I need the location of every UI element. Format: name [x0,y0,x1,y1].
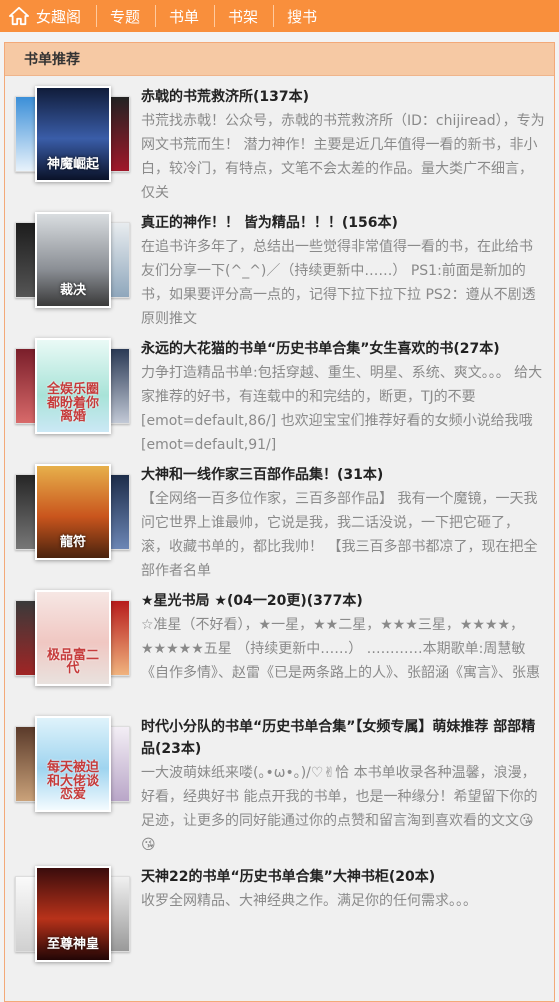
cover-stack[interactable]: 至尊神皇 [15,866,130,966]
cover-image: 极品富二代 [35,590,111,686]
top-nav: 女趣阁 专题 书单 书架 搜书 [0,0,559,32]
panel-title: 书单推荐 [5,43,554,76]
booklist-description: 在追书许多年了，总结出一些觉得非常值得一看的书，在此给书友们分享一下(^_^)／… [141,239,536,327]
nav-item-booklists[interactable]: 书单 [169,6,199,27]
cover-image: 裁决 [35,212,111,308]
cover-stack[interactable]: 每天被迫和大佬谈恋爱 [15,716,130,816]
booklist-description: 【全网络一百多位作家，三百多部作品】 我有一个魔镜，一天我问它世界上谁最帅，它说… [141,491,538,579]
booklist-item[interactable]: 每天被迫和大佬谈恋爱 时代小分队的书单“历史书单合集”【女频专属】萌妹推荐 部部… [5,706,554,856]
booklist-panel: 书单推荐 神魔崛起 赤戟的书荒救济所(137本) 书荒找赤戟！公众号，赤戟的书荒… [4,42,555,1002]
nav-divider [273,5,275,27]
cover-title: 裁决 [59,283,86,299]
booklist-description: 书荒找赤戟！公众号，赤戟的书荒救济所（ID：chijiread），专为网文书荒而… [141,113,545,201]
home-link[interactable]: 女趣阁 [0,6,81,27]
nav-item-bookshelf[interactable]: 书架 [228,6,258,27]
home-icon [9,6,29,26]
booklist-item[interactable]: 龍符 大神和一线作家三百部作品集！(31本) 【全网络一百多位作家，三百多部作品… [5,454,554,580]
cover-stack[interactable]: 极品富二代 [15,590,130,690]
booklist-item[interactable]: 极品富二代 ★星光书局 ★(04一20更)(377本) ☆准星（不好看），★一星… [5,580,554,706]
booklist-description: 一大波萌妹纸来喽(｡•ω•｡)/♡✌恰 本书单收录各种温馨，浪漫，好看，经典好书… [141,765,538,853]
nav-divider [155,5,157,27]
cover-image: 至尊神皇 [35,866,111,962]
cover-title: 全娱乐圈都盼着你离婚 [46,382,99,425]
cover-stack[interactable]: 裁决 [15,212,130,312]
booklist-description: ☆准星（不好看），★一星，★★二星，★★★三星，★★★★，★★★★★五星 （持续… [141,617,540,681]
booklist-title[interactable]: 天神22的书单“历史书单合集”大神书柜(20本) [141,866,546,888]
cover-image: 每天被迫和大佬谈恋爱 [35,716,111,812]
cover-title: 至尊神皇 [46,937,99,953]
booklist-description: 收罗全网精品、大神经典之作。满足你的任何需求。。。 [141,893,477,909]
nav-divider [214,5,216,27]
booklist-item[interactable]: 神魔崛起 赤戟的书荒救济所(137本) 书荒找赤戟！公众号，赤戟的书荒救济所（I… [5,76,554,202]
cover-stack[interactable]: 全娱乐圈都盼着你离婚 [15,338,130,438]
cover-image: 神魔崛起 [35,86,111,182]
cover-image: 全娱乐圈都盼着你离婚 [35,338,111,434]
cover-title: 龍符 [59,535,86,551]
booklist-item[interactable]: 全娱乐圈都盼着你离婚 永远的大花猫的书单“历史书单合集”女生喜欢的书(27本) … [5,328,554,454]
booklist-title[interactable]: 永远的大花猫的书单“历史书单合集”女生喜欢的书(27本) [141,338,546,360]
booklist-description: 力争打造精品书单:包括穿越、重生、明星、系统、爽文。。。 给大家推荐的好书，有连… [141,365,543,453]
nav-divider [96,5,98,27]
cover-title: 极品富二代 [46,647,99,677]
booklist-title[interactable]: 时代小分队的书单“历史书单合集”【女频专属】萌妹推荐 部部精品(23本) [141,716,546,760]
cover-stack[interactable]: 神魔崛起 [15,86,130,186]
booklist-title[interactable]: 真正的神作！！ 皆为精品！！！(156本) [141,212,546,234]
cover-title: 神魔崛起 [46,157,99,173]
cover-title: 每天被迫和大佬谈恋爱 [46,760,99,803]
nav-item-topics[interactable]: 专题 [110,6,140,27]
booklist-item[interactable]: 至尊神皇 天神22的书单“历史书单合集”大神书柜(20本) 收罗全网精品、大神经… [5,856,554,982]
booklist-title[interactable]: ★星光书局 ★(04一20更)(377本) [141,590,546,612]
cover-stack[interactable]: 龍符 [15,464,130,564]
booklist-title[interactable]: 大神和一线作家三百部作品集！(31本) [141,464,546,486]
cover-image: 龍符 [35,464,111,560]
booklist-title[interactable]: 赤戟的书荒救济所(137本) [141,86,546,108]
booklist-item[interactable]: 裁决 真正的神作！！ 皆为精品！！！(156本) 在追书许多年了，总结出一些觉得… [5,202,554,328]
site-name: 女趣阁 [36,7,82,26]
nav-item-search[interactable]: 搜书 [287,6,317,27]
